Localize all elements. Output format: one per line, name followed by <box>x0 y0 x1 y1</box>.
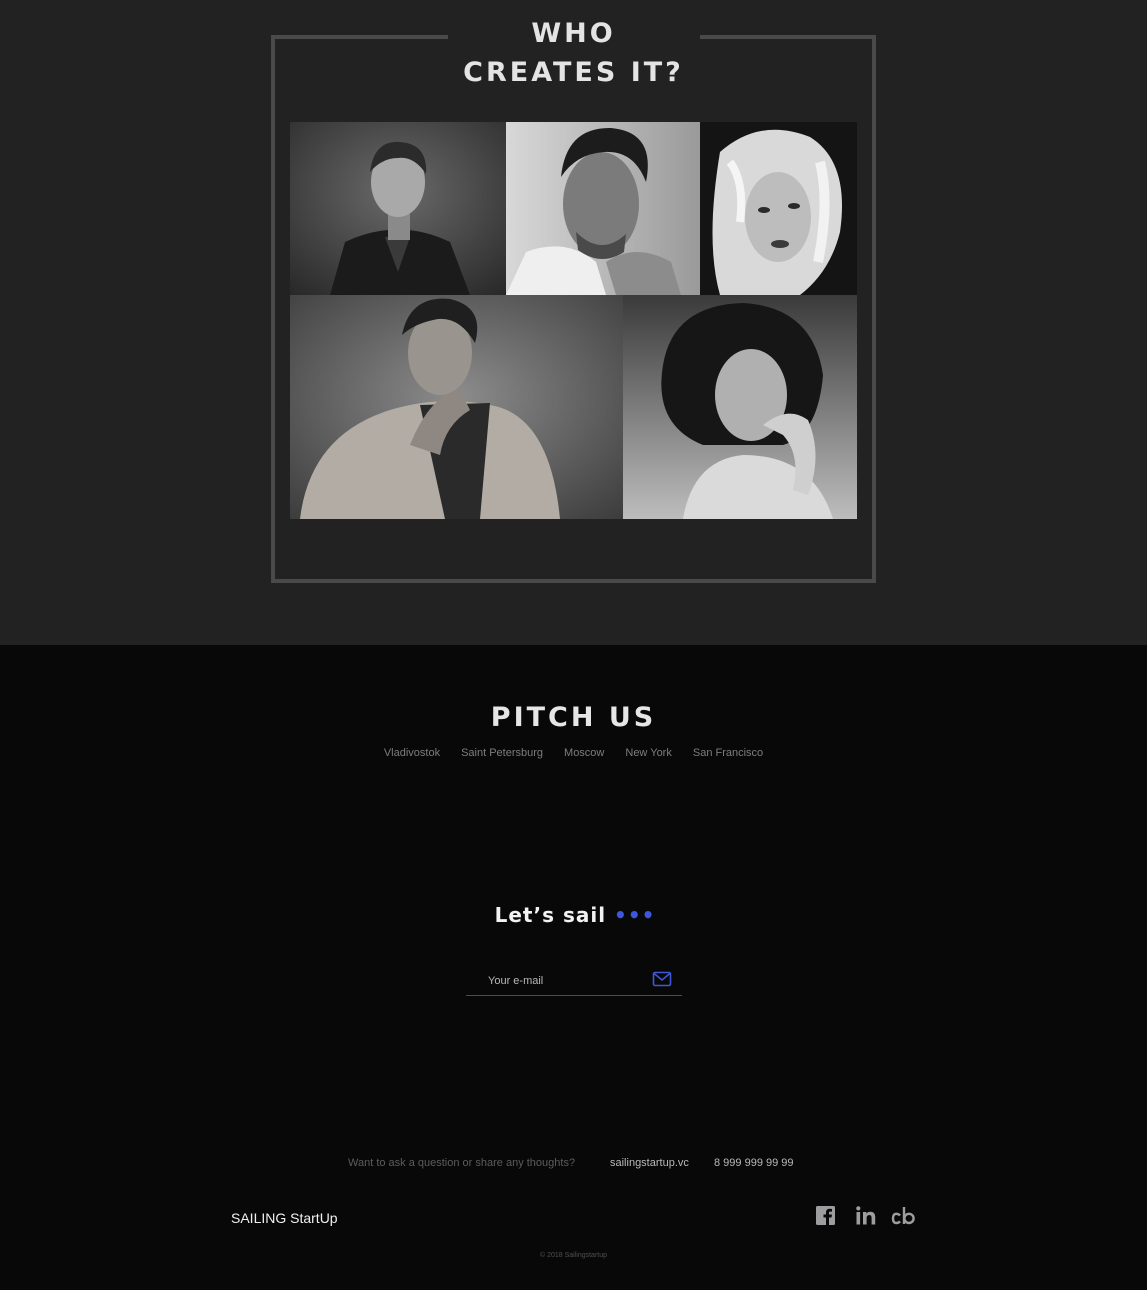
team-member-photo-5 <box>623 295 857 519</box>
city-moscow[interactable]: Moscow <box>564 747 604 759</box>
team-member-photo-4 <box>290 295 623 519</box>
contact-question: Want to ask a question or share any thou… <box>348 1157 576 1169</box>
crunchbase-link[interactable] <box>889 1206 917 1228</box>
signup-heading: Let’s sail ••• <box>480 903 670 927</box>
phone-number: 8 999 999 99 99 <box>714 1157 794 1169</box>
city-saint-petersburg[interactable]: Saint Petersburg <box>461 747 543 759</box>
team-title: WHO CREATES IT? <box>420 14 727 92</box>
envelope-icon <box>652 971 672 987</box>
pitch-title: PITCH US <box>490 702 657 733</box>
brand-logo[interactable]: SAILING StartUp <box>231 1210 338 1226</box>
team-title-line1: WHO <box>531 18 616 49</box>
site-link[interactable]: sailingstartup.vc <box>610 1157 689 1169</box>
city-vladivostok[interactable]: Vladivostok <box>384 747 440 759</box>
team-title-line2: CREATES IT? <box>463 57 684 88</box>
email-submit-button[interactable] <box>652 971 672 987</box>
linkedin-icon <box>856 1206 876 1225</box>
team-member-photo-3 <box>700 122 857 295</box>
portrait-image-4 <box>290 295 623 519</box>
email-form <box>466 964 682 996</box>
contact-row: Want to ask a question or share any thou… <box>0 1157 1147 1171</box>
linkedin-link[interactable] <box>856 1206 876 1228</box>
facebook-icon <box>816 1206 835 1225</box>
crunchbase-icon <box>891 1207 915 1225</box>
copyright: © 2018 Sailingstartup <box>539 1252 608 1259</box>
facebook-link[interactable] <box>816 1206 835 1228</box>
signup-dots: ••• <box>614 903 656 927</box>
city-san-francisco[interactable]: San Francisco <box>693 747 763 759</box>
email-field[interactable] <box>486 970 650 992</box>
signup-heading-text: Let’s sail <box>494 903 607 927</box>
team-member-photo-2 <box>506 122 700 295</box>
portrait-image-3 <box>700 122 857 295</box>
portrait-image-5 <box>623 295 857 519</box>
portrait-image-2 <box>506 122 700 295</box>
team-member-photo-1 <box>290 122 506 295</box>
city-new-york[interactable]: New York <box>625 747 671 759</box>
city-list: Vladivostok Saint Petersburg Moscow New … <box>330 747 817 759</box>
portrait-image-1 <box>290 122 506 295</box>
